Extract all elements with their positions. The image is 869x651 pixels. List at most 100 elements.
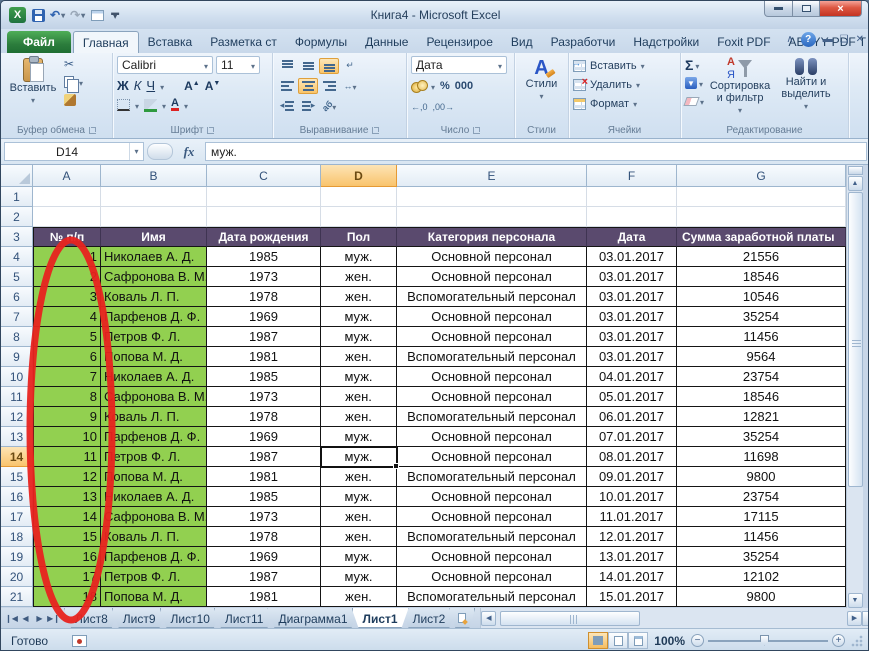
- cell-A16[interactable]: 13: [33, 487, 101, 507]
- number-format-select[interactable]: Дата: [411, 56, 507, 74]
- page-break-view-button[interactable]: [628, 632, 648, 649]
- cell-D14[interactable]: муж.: [321, 447, 397, 467]
- prev-sheet-icon[interactable]: ◀: [19, 614, 32, 623]
- cell-B19[interactable]: Парфенов Д. Ф.: [101, 547, 207, 567]
- tab-Разметка ст[interactable]: Разметка ст: [201, 31, 286, 53]
- increase-decimal-button[interactable]: ←,0: [411, 102, 428, 112]
- cell-F3[interactable]: Дата: [587, 227, 677, 247]
- formula-input[interactable]: муж.: [205, 142, 867, 161]
- cell-E8[interactable]: Основной персонал: [397, 327, 587, 347]
- cell-G15[interactable]: 9800: [677, 467, 846, 487]
- cell-B12[interactable]: Коваль Л. П.: [101, 407, 207, 427]
- cell-A7[interactable]: 4: [33, 307, 101, 327]
- decrease-indent-button[interactable]: ◂: [277, 98, 297, 114]
- sheet-tab-Лист1[interactable]: Лист1: [352, 608, 409, 628]
- workbook-restore-icon[interactable]: ❑: [840, 34, 849, 45]
- cell-A17[interactable]: 14: [33, 507, 101, 527]
- italic-button[interactable]: К: [134, 78, 142, 93]
- sheet-tab-Лист9[interactable]: Лист9: [112, 608, 167, 628]
- workbook-minimize-icon[interactable]: ▬: [823, 34, 833, 45]
- cell-C7[interactable]: 1969: [207, 307, 321, 327]
- cell-G18[interactable]: 11456: [677, 527, 846, 547]
- cell-C4[interactable]: 1985: [207, 247, 321, 267]
- cell-G9[interactable]: 9564: [677, 347, 846, 367]
- cell-B13[interactable]: Парфенов Д. Ф.: [101, 427, 207, 447]
- cell-D5[interactable]: жен.: [321, 267, 397, 287]
- align-middle-button[interactable]: [298, 58, 318, 74]
- cell-C21[interactable]: 1981: [207, 587, 321, 607]
- workbook-close-icon[interactable]: ✕: [856, 34, 864, 45]
- row-header-18[interactable]: 18: [1, 527, 33, 547]
- cell-E4[interactable]: Основной персонал: [397, 247, 587, 267]
- cell-E9[interactable]: Вспомогательный персонал: [397, 347, 587, 367]
- cell-A10[interactable]: 7: [33, 367, 101, 387]
- cell-G2[interactable]: [677, 207, 846, 227]
- cell-A12[interactable]: 9: [33, 407, 101, 427]
- cell-D15[interactable]: жен.: [321, 467, 397, 487]
- row-header-10[interactable]: 10: [1, 367, 33, 387]
- align-left-button[interactable]: [277, 78, 297, 94]
- cell-E19[interactable]: Основной персонал: [397, 547, 587, 567]
- cell-D8[interactable]: муж.: [321, 327, 397, 347]
- close-button[interactable]: ×: [820, 1, 862, 17]
- cell-C6[interactable]: 1978: [207, 287, 321, 307]
- row-header-17[interactable]: 17: [1, 507, 33, 527]
- cell-C15[interactable]: 1981: [207, 467, 321, 487]
- shrink-font-button[interactable]: А▼: [205, 79, 221, 93]
- cell-G21[interactable]: 9800: [677, 587, 846, 607]
- cell-C11[interactable]: 1973: [207, 387, 321, 407]
- cell-B14[interactable]: Петров Ф. Л.: [101, 447, 207, 467]
- bold-button[interactable]: Ж: [117, 78, 129, 93]
- cell-G13[interactable]: 35254: [677, 427, 846, 447]
- row-header-3[interactable]: 3: [1, 227, 33, 247]
- cell-D16[interactable]: муж.: [321, 487, 397, 507]
- clear-button[interactable]: [685, 93, 704, 109]
- dialog-launcher-icon[interactable]: [372, 127, 379, 134]
- cell-G20[interactable]: 12102: [677, 567, 846, 587]
- format-cells-button[interactable]: Формат: [573, 94, 676, 113]
- accounting-format-button[interactable]: [411, 80, 426, 91]
- align-top-button[interactable]: [277, 58, 297, 74]
- dialog-launcher-icon[interactable]: [207, 127, 214, 134]
- tab-Надстройки[interactable]: Надстройки: [624, 31, 708, 53]
- cell-B21[interactable]: Попова М. Д.: [101, 587, 207, 607]
- cell-E21[interactable]: Вспомогательный персонал: [397, 587, 587, 607]
- cell-A18[interactable]: 15: [33, 527, 101, 547]
- cell-F11[interactable]: 05.01.2017: [587, 387, 677, 407]
- cell-B16[interactable]: Николаев А. Д.: [101, 487, 207, 507]
- cell-C9[interactable]: 1981: [207, 347, 321, 367]
- cell-F10[interactable]: 04.01.2017: [587, 367, 677, 387]
- cell-B20[interactable]: Петров Ф. Л.: [101, 567, 207, 587]
- cell-F4[interactable]: 03.01.2017: [587, 247, 677, 267]
- fill-color-button[interactable]: [144, 99, 157, 111]
- row-header-13[interactable]: 13: [1, 427, 33, 447]
- cell-F6[interactable]: 03.01.2017: [587, 287, 677, 307]
- first-sheet-icon[interactable]: ❙◀: [5, 614, 18, 623]
- tab-Главная[interactable]: Главная: [73, 31, 139, 53]
- merge-center-button[interactable]: ↔: [340, 78, 360, 94]
- cell-C13[interactable]: 1969: [207, 427, 321, 447]
- vertical-scrollbar[interactable]: ▲ ▼: [846, 165, 863, 608]
- borders-button[interactable]: [117, 99, 130, 111]
- cell-D6[interactable]: жен.: [321, 287, 397, 307]
- sheet-tab-Лист2[interactable]: Лист2: [402, 608, 457, 628]
- cell-E13[interactable]: Основной персонал: [397, 427, 587, 447]
- cell-E15[interactable]: Вспомогательный персонал: [397, 467, 587, 487]
- font-size-select[interactable]: 11: [216, 56, 260, 74]
- cell-G6[interactable]: 10546: [677, 287, 846, 307]
- orientation-button[interactable]: аб: [319, 98, 339, 114]
- cell-D4[interactable]: муж.: [321, 247, 397, 267]
- cell-D12[interactable]: жен.: [321, 407, 397, 427]
- cell-G7[interactable]: 35254: [677, 307, 846, 327]
- cell-F16[interactable]: 10.01.2017: [587, 487, 677, 507]
- horizontal-scroll-thumb[interactable]: [500, 611, 640, 626]
- cell-D21[interactable]: жен.: [321, 587, 397, 607]
- dialog-launcher-icon[interactable]: [473, 127, 480, 134]
- cell-A19[interactable]: 16: [33, 547, 101, 567]
- cell-F15[interactable]: 09.01.2017: [587, 467, 677, 487]
- fill-button[interactable]: ▼: [685, 75, 703, 91]
- cell-F18[interactable]: 12.01.2017: [587, 527, 677, 547]
- comma-style-button[interactable]: 000: [455, 80, 473, 92]
- cell-F19[interactable]: 13.01.2017: [587, 547, 677, 567]
- row-header-11[interactable]: 11: [1, 387, 33, 407]
